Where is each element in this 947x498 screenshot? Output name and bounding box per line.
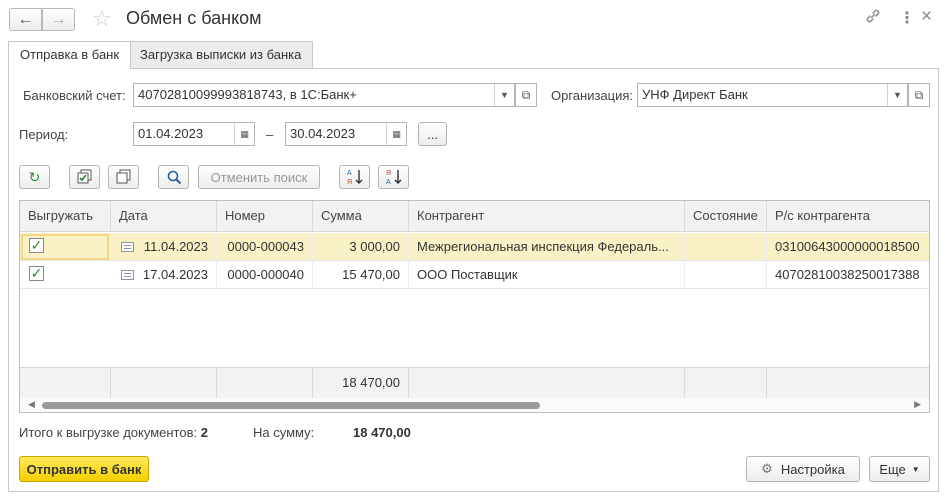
close-icon[interactable]: ×: [921, 6, 932, 28]
forward-button[interactable]: →: [42, 8, 75, 31]
org-field[interactable]: УНФ Директ Банк ▼: [637, 83, 908, 107]
calendar-icon[interactable]: ▦: [234, 123, 254, 145]
document-icon: [121, 242, 134, 252]
star-icon[interactable]: ☆: [92, 6, 112, 32]
arrow-left-icon: ←: [17, 10, 34, 28]
period-to-field[interactable]: 30.04.2023 ▦: [285, 122, 407, 146]
window-title: Обмен с банком: [126, 8, 262, 28]
chevron-down-icon: ▼: [911, 464, 920, 474]
footer-cell: [217, 368, 313, 398]
period-select-button[interactable]: ...: [418, 122, 447, 146]
sort-asc-icon: АЯ: [347, 170, 362, 186]
table-row[interactable]: ✓ 17.04.2023 0000-000040 15 470,00 ООО П…: [20, 261, 929, 289]
sum-cell: 3 000,00: [313, 233, 409, 261]
svg-text:А: А: [386, 179, 391, 186]
svg-text:Я: Я: [386, 170, 391, 177]
table-header: Выгружать Дата Номер Сумма Контрагент Со…: [20, 201, 929, 232]
counterparty-account-cell: 03100643000000018500: [775, 239, 920, 254]
chevron-down-icon[interactable]: ▼: [887, 84, 907, 106]
svg-text:А: А: [347, 170, 352, 177]
col-sum[interactable]: Сумма: [313, 201, 409, 232]
period-from-field[interactable]: 01.04.2023 ▦: [133, 122, 255, 146]
counterparty-cell: Межрегиональная инспекция Федераль...: [409, 233, 685, 261]
state-cell: [685, 233, 767, 261]
sort-desc-icon: ЯА: [386, 170, 401, 186]
arrow-right-icon: →: [50, 10, 67, 28]
check-all-button[interactable]: [69, 165, 100, 189]
check-all-icon: [77, 169, 91, 184]
refresh-button[interactable]: ↻: [19, 165, 50, 189]
chevron-down-icon[interactable]: ▼: [494, 84, 514, 106]
horizontal-scrollbar[interactable]: ◀ ▶: [20, 398, 929, 412]
footer-cell: [409, 368, 685, 398]
table-row[interactable]: ✓ 11.04.2023 0000-000043 3 000,00 Межрег…: [20, 233, 929, 261]
calendar-icon[interactable]: ▦: [386, 123, 406, 145]
state-cell: [685, 261, 767, 289]
account-field[interactable]: 40702810099993818743, в 1С:Банк+ ▼: [133, 83, 515, 107]
svg-text:Я: Я: [347, 179, 352, 186]
uncheck-all-icon: [116, 169, 130, 184]
search-icon: [167, 170, 181, 185]
period-to-value: 30.04.2023: [290, 126, 356, 141]
search-button[interactable]: [158, 165, 189, 189]
open-form-icon: ⧉: [521, 87, 531, 102]
open-org-button[interactable]: ⧉: [908, 83, 930, 107]
table-footer: 18 470,00: [20, 367, 929, 398]
col-export[interactable]: Выгружать: [20, 201, 111, 232]
document-icon: [121, 270, 134, 280]
open-form-icon: ⧉: [914, 87, 924, 102]
account-value: 40702810099993818743, в 1С:Банк+: [138, 87, 357, 102]
export-checkbox[interactable]: ✓: [29, 238, 44, 253]
date-cell: 11.04.2023: [111, 233, 217, 261]
col-state[interactable]: Состояние: [685, 201, 767, 232]
docs-summary-label: Итого к выгрузке документов:: [19, 425, 198, 440]
uncheck-all-button[interactable]: [108, 165, 139, 189]
docs-summary: Итого к выгрузке документов: 2: [19, 425, 208, 440]
sum-summary-label: На сумму:: [253, 425, 315, 440]
settings-button[interactable]: ⚙ Настройка: [746, 456, 860, 482]
counterparty-cell: ООО Поставщик: [409, 261, 685, 289]
scroll-left-icon[interactable]: ◀: [28, 399, 35, 410]
counterparty-account-cell: 40702810038250017388: [775, 267, 920, 282]
footer-cell: [111, 368, 217, 398]
period-label: Период:: [19, 127, 69, 142]
more-vertical-icon[interactable]: ⋮: [899, 8, 915, 28]
docs-summary-count: 2: [200, 425, 208, 440]
refresh-icon: ↻: [28, 168, 41, 185]
sort-asc-button[interactable]: АЯ: [339, 165, 370, 189]
account-label: Банковский счет:: [23, 88, 126, 103]
scroll-right-icon[interactable]: ▶: [914, 399, 921, 410]
gear-icon: ⚙: [761, 461, 773, 476]
back-button[interactable]: ←: [9, 8, 42, 31]
scroll-thumb[interactable]: [42, 402, 540, 409]
cancel-search-button[interactable]: Отменить поиск: [198, 165, 320, 189]
export-checkbox[interactable]: ✓: [29, 266, 44, 281]
sum-summary-value: 18 470,00: [353, 425, 411, 440]
period-from-value: 01.04.2023: [138, 126, 204, 141]
send-to-bank-button[interactable]: Отправить в банк: [19, 456, 149, 482]
link-icon[interactable]: [865, 8, 881, 29]
col-counterparty[interactable]: Контрагент: [409, 201, 685, 232]
open-account-button[interactable]: ⧉: [515, 83, 537, 107]
col-counterparty-account[interactable]: Р/с контрагента: [767, 201, 929, 232]
footer-cell: [685, 368, 767, 398]
date-cell: 17.04.2023: [111, 261, 217, 289]
period-dash: –: [266, 127, 274, 142]
settings-label: Настройка: [780, 461, 845, 477]
tab-send-to-bank[interactable]: Отправка в банк: [8, 41, 132, 69]
col-number[interactable]: Номер: [217, 201, 313, 232]
footer-cell: [20, 368, 111, 398]
number-cell: 0000-000043: [217, 233, 313, 261]
sort-desc-button[interactable]: ЯА: [378, 165, 409, 189]
number-cell: 0000-000040: [217, 261, 313, 289]
footer-total-sum: 18 470,00: [313, 368, 409, 398]
more-button[interactable]: Еще ▼: [869, 456, 930, 482]
documents-table: Выгружать Дата Номер Сумма Контрагент Со…: [19, 200, 930, 413]
tab-load-statement[interactable]: Загрузка выписки из банка: [128, 41, 314, 68]
org-value: УНФ Директ Банк: [642, 87, 748, 102]
sum-cell: 15 470,00: [313, 261, 409, 289]
org-label: Организация:: [551, 88, 634, 103]
col-date[interactable]: Дата: [111, 201, 217, 232]
more-label: Еще: [879, 461, 906, 477]
